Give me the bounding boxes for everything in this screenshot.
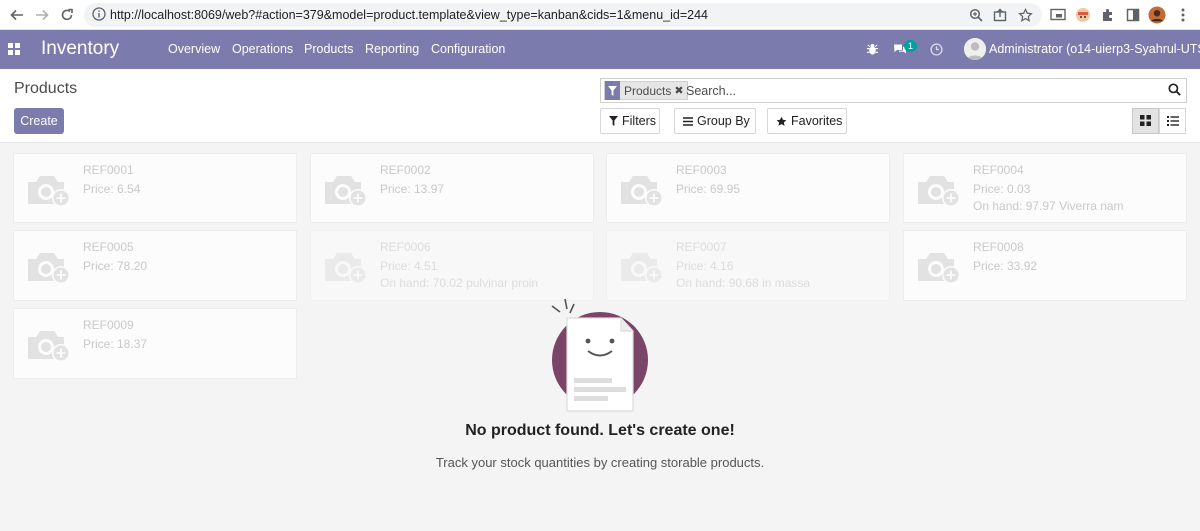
kanban-card: REF0001 Price: 6.54 [13, 153, 297, 223]
cast-icon[interactable] [1049, 6, 1067, 24]
camera-placeholder-icon [916, 172, 964, 208]
camera-placeholder-icon [323, 172, 371, 208]
card-price: Price: 33.92 [973, 259, 1038, 273]
info-icon[interactable] [92, 7, 106, 24]
card-price: Price: 4.51 [380, 259, 438, 273]
list-view-button[interactable] [1159, 108, 1186, 134]
kanban-card: REF0006 Price: 4.51 On hand: 70.02 pulvi… [310, 230, 594, 301]
smiling-document-icon [548, 296, 654, 416]
camera-placeholder-icon [26, 327, 74, 363]
menu-products[interactable]: Products [304, 42, 353, 56]
card-price: Price: 4.16 [676, 259, 734, 273]
group-by-label: Group By [697, 114, 750, 128]
profile-icon[interactable] [1148, 6, 1166, 24]
card-ref: REF0002 [380, 163, 431, 177]
kanban-view-button[interactable] [1132, 108, 1159, 134]
apps-menu-icon[interactable] [8, 43, 20, 55]
camera-placeholder-icon [26, 249, 74, 285]
url-text[interactable]: http://localhost:8069/web?#action=379&mo… [110, 8, 708, 22]
card-ref: REF0004 [973, 163, 1024, 177]
card-on-hand: On hand: 97.97 Viverra nam [973, 199, 1124, 213]
facet-label: Products [624, 83, 672, 98]
card-ref: REF0007 [676, 240, 727, 254]
star-icon[interactable] [1017, 7, 1033, 23]
camera-placeholder-icon [916, 249, 964, 285]
grid-icon [1140, 114, 1151, 129]
close-icon[interactable]: ✖ [674, 84, 686, 97]
card-price: Price: 13.97 [380, 182, 445, 196]
menu-configuration[interactable]: Configuration [431, 42, 505, 56]
card-ref: REF0009 [83, 318, 134, 332]
favorites-button[interactable]: Favorites [767, 108, 847, 134]
camera-placeholder-icon [619, 172, 667, 208]
filter-facet: Products ✖ [604, 81, 688, 100]
more-vert-icon[interactable] [1174, 6, 1192, 24]
share-icon[interactable] [992, 7, 1008, 23]
zoom-icon[interactable] [968, 7, 984, 23]
bug-icon[interactable] [864, 41, 880, 57]
card-ref: REF0006 [380, 240, 431, 254]
user-menu[interactable]: Administrator (o14-uierp3-Syahrul-UTS) [989, 42, 1200, 56]
search-input[interactable] [686, 82, 1156, 100]
card-on-hand: On hand: 90.68 in massa [676, 276, 811, 290]
create-button[interactable]: Create [14, 108, 64, 134]
card-price: Price: 6.54 [83, 182, 141, 196]
favorites-label: Favorites [791, 114, 843, 128]
card-price: Price: 18.37 [83, 337, 148, 351]
no-content-title: No product found. Let's create one! [465, 422, 735, 439]
search-bar[interactable]: Products ✖ [600, 78, 1187, 103]
menu-operations[interactable]: Operations [232, 42, 293, 56]
card-price: Price: 69.95 [676, 182, 741, 196]
card-on-hand: On hand: 70.02 pulvinar proin [380, 276, 539, 290]
filters-label: Filters [622, 114, 657, 128]
bars-icon [683, 116, 693, 126]
user-avatar[interactable] [964, 38, 986, 60]
kanban-card: REF0003 Price: 69.95 [606, 153, 890, 223]
messages-badge: 1 [904, 40, 917, 52]
filter-icon [609, 116, 618, 126]
card-ref: REF0005 [83, 240, 134, 254]
filter-icon [605, 81, 620, 100]
card-ref: REF0001 [83, 163, 134, 177]
puzzle-icon[interactable] [1099, 6, 1117, 24]
side-panel-icon[interactable] [1124, 6, 1142, 24]
card-ref: REF0003 [676, 163, 727, 177]
no-content-text: Track your stock quantities by creating … [435, 455, 765, 470]
filters-button[interactable]: Filters [600, 108, 660, 134]
extension-avatar-icon[interactable] [1074, 6, 1092, 24]
group-by-button[interactable]: Group By [674, 108, 756, 134]
kanban-card: REF0007 Price: 4.16 On hand: 90.68 in ma… [606, 230, 890, 301]
browser-toolbar: http://localhost:8069/web?#action=379&mo… [0, 0, 1200, 30]
page-title: Products [14, 80, 78, 97]
reload-icon[interactable] [57, 5, 77, 25]
main-navbar: Inventory Overview Operations Products R… [0, 30, 1200, 69]
menu-reporting[interactable]: Reporting [365, 42, 419, 56]
camera-placeholder-icon [323, 249, 371, 285]
address-bar[interactable]: http://localhost:8069/web?#action=379&mo… [84, 3, 1042, 27]
kanban-card: REF0009 Price: 18.37 [13, 308, 297, 379]
kanban-card: REF0008 Price: 33.92 [903, 230, 1187, 301]
app-brand[interactable]: Inventory [41, 38, 119, 60]
card-price: Price: 0.03 [973, 182, 1031, 196]
arrow-left-icon[interactable] [7, 5, 27, 25]
camera-placeholder-icon [26, 172, 74, 208]
search-icon[interactable] [1168, 83, 1182, 97]
camera-placeholder-icon [619, 249, 667, 285]
star-icon [776, 116, 787, 127]
list-icon [1166, 114, 1179, 129]
card-price: Price: 78.20 [83, 259, 148, 273]
kanban-card: REF0004 Price: 0.03 On hand: 97.97 Viver… [903, 153, 1187, 223]
arrow-right-icon[interactable] [32, 5, 52, 25]
activity-clock-icon[interactable] [928, 41, 944, 57]
menu-overview[interactable]: Overview [168, 42, 220, 56]
kanban-card: REF0002 Price: 13.97 [310, 153, 594, 223]
kanban-card: REF0005 Price: 78.20 [13, 230, 297, 301]
card-ref: REF0008 [973, 240, 1024, 254]
